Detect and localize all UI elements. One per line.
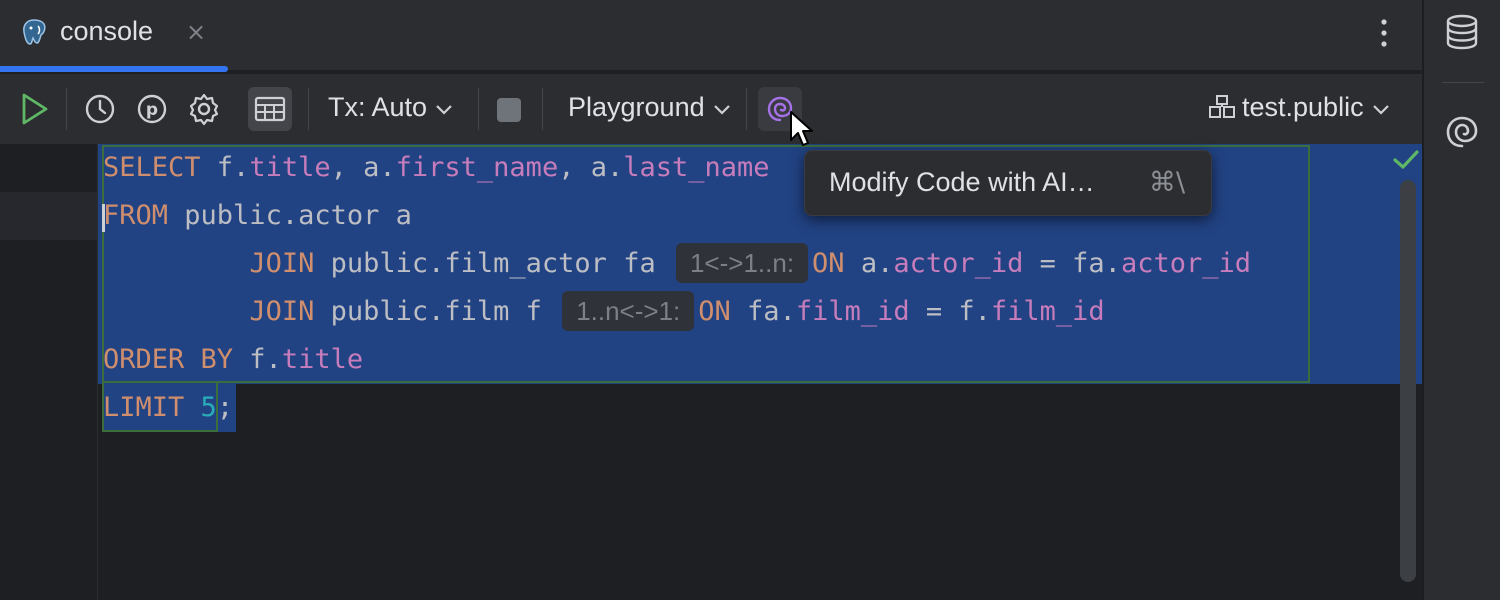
right-tool-strip — [1422, 0, 1500, 600]
toolbar-separator — [478, 88, 479, 130]
playground-label: Playground — [568, 92, 705, 122]
mouse-cursor-icon — [790, 111, 813, 146]
tool-strip-separator — [1442, 82, 1484, 83]
editor-toolbar: p Tx: Auto Playground test.public — [0, 74, 1422, 145]
schema-label: test.public — [1242, 92, 1364, 122]
postgresql-icon — [23, 19, 46, 45]
chevron-down-icon — [713, 105, 730, 115]
table-grid-icon — [254, 96, 286, 122]
settings-icon[interactable] — [188, 91, 220, 127]
schema-icon — [1209, 94, 1235, 118]
tab-title: console — [60, 16, 154, 46]
vertical-scrollbar[interactable] — [1400, 180, 1416, 582]
text-caret — [102, 204, 105, 232]
tab-console[interactable]: console × — [0, 0, 228, 72]
tab-bar: console × — [0, 0, 1422, 72]
join-cardinality-hint[interactable]: 1..n<->1: — [562, 290, 695, 331]
ai-tooltip: Modify Code with AI… ⌘\ — [804, 150, 1212, 216]
parameters-icon[interactable]: p — [136, 91, 168, 127]
transaction-mode-label: Tx: Auto — [328, 92, 428, 122]
toolbar-separator — [66, 88, 67, 130]
current-line-gutter — [0, 192, 97, 240]
transaction-mode-dropdown[interactable]: Tx: Auto — [328, 92, 453, 123]
more-vertical-icon[interactable] — [1370, 16, 1398, 50]
run-icon[interactable] — [20, 91, 50, 127]
code-line: JOIN public.film_actor fa 1<->1..n: ON a.… — [103, 240, 1251, 288]
code-line: JOIN public.film f 1..n<->1: ON fa.film_i… — [103, 288, 1105, 336]
database-icon[interactable] — [1444, 14, 1480, 50]
table-grid-button[interactable] — [248, 87, 292, 131]
ai-assistant-icon[interactable] — [1444, 114, 1480, 150]
check-icon — [1393, 150, 1419, 169]
chevron-down-icon — [1372, 105, 1389, 115]
join-cardinality-hint[interactable]: 1<->1..n: — [675, 242, 809, 283]
schema-selector[interactable]: test.public — [1208, 92, 1390, 123]
stop-icon[interactable] — [497, 98, 521, 122]
tooltip-text: Modify Code with AI… — [829, 167, 1095, 197]
code-line: FROM public.actor a — [103, 200, 412, 231]
playground-dropdown[interactable]: Playground — [568, 92, 731, 123]
code-line: SELECT f.title, a.first_name, a.last_nam… — [103, 152, 770, 183]
close-icon[interactable]: × — [186, 18, 206, 46]
code-line: LIMIT 5; — [103, 392, 234, 423]
editor-window: console × p Tx: Auto Playground test.pub… — [0, 0, 1422, 600]
tooltip-shortcut: ⌘\ — [1149, 167, 1186, 198]
toolbar-separator — [542, 88, 543, 130]
code-line: ORDER BY f.title — [103, 344, 364, 375]
chevron-down-icon — [436, 105, 452, 115]
svg-text:p: p — [146, 100, 158, 120]
toolbar-separator — [308, 88, 309, 130]
active-tab-indicator — [0, 66, 228, 72]
history-icon[interactable] — [84, 91, 116, 127]
toolbar-separator — [746, 88, 747, 130]
